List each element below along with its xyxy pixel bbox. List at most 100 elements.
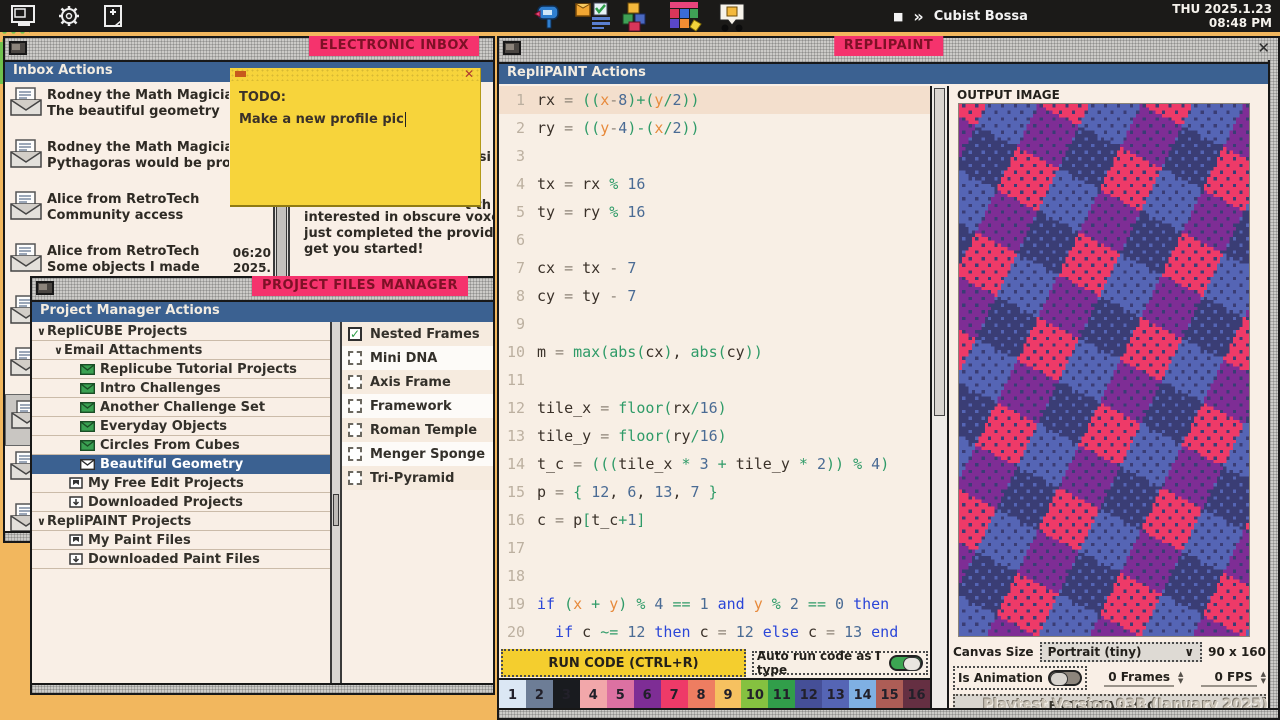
- palette-color-9[interactable]: 9: [715, 680, 742, 710]
- tree-item-everyday-objects[interactable]: Everyday Objects: [32, 417, 330, 436]
- project-manager-actions-header[interactable]: Project Manager Actions: [32, 302, 493, 322]
- palette-color-4[interactable]: 4: [580, 680, 607, 710]
- code-line-10[interactable]: 10m = max(abs(cx), abs(cy)): [499, 338, 930, 366]
- close-icon[interactable]: ✕: [464, 68, 474, 81]
- tree-item-replipaint-projects[interactable]: ∨RepliPAINT Projects: [32, 512, 330, 531]
- sticky-note[interactable]: ✕ TODO: Make a new profile pic: [230, 68, 481, 207]
- code-line-5[interactable]: 5ty = ry % 16: [499, 198, 930, 226]
- autorun-toggle[interactable]: [889, 655, 923, 671]
- tree-item-intro-challenges[interactable]: Intro Challenges: [32, 379, 330, 398]
- tree-item-circles-from-cubes[interactable]: Circles From Cubes: [32, 436, 330, 455]
- tree-item-my-paint-files[interactable]: My Paint Files: [32, 531, 330, 550]
- code-line-15[interactable]: 15p = { 12, 6, 13, 7 }: [499, 478, 930, 506]
- caret-down-icon[interactable]: ∨: [37, 512, 46, 531]
- gear-icon[interactable]: [56, 4, 82, 28]
- code-line-6[interactable]: 6: [499, 226, 930, 254]
- tree-item-replicube-projects[interactable]: ∨RepliCUBE Projects: [32, 322, 330, 341]
- palette-color-14[interactable]: 14: [849, 680, 876, 710]
- code-line-11[interactable]: 11: [499, 366, 930, 394]
- file-item-framework[interactable]: Framework: [342, 394, 493, 418]
- tree-item-downloaded-paint-files[interactable]: Downloaded Paint Files: [32, 550, 330, 569]
- checkbox-unchecked[interactable]: [348, 399, 362, 413]
- file-item-tri-pyramid[interactable]: Tri-Pyramid: [342, 466, 493, 490]
- code-scrollbar-thumb[interactable]: [934, 88, 945, 416]
- checkbox-unchecked[interactable]: [348, 471, 362, 485]
- tree-item-downloaded-projects[interactable]: Downloaded Projects: [32, 493, 330, 512]
- palette-color-11[interactable]: 11: [768, 680, 795, 710]
- caret-down-icon[interactable]: ∨: [54, 341, 63, 360]
- close-icon[interactable]: ✕: [1257, 39, 1270, 57]
- palette-color-2[interactable]: 2: [526, 680, 553, 710]
- palette-color-12[interactable]: 12: [795, 680, 822, 710]
- computer-icon[interactable]: [10, 4, 36, 28]
- stop-icon[interactable]: ■: [893, 10, 903, 23]
- replipaint-actions-header[interactable]: RepliPAINT Actions: [499, 64, 1278, 84]
- minimize-icon[interactable]: [235, 71, 246, 77]
- palette-color-15[interactable]: 15: [876, 680, 903, 710]
- checkbox-checked[interactable]: ✓: [348, 327, 362, 341]
- frames-stepper[interactable]: ▲ ▼: [1178, 671, 1183, 685]
- spinner-down-icon[interactable]: ▼: [1261, 678, 1266, 685]
- code-line-3[interactable]: 3: [499, 142, 930, 170]
- palette-color-8[interactable]: 8: [688, 680, 715, 710]
- voxel-cube-icon[interactable]: [620, 2, 658, 32]
- code-line-19[interactable]: 19if (x + y) % 4 == 1 and y % 2 == 0 the…: [499, 590, 930, 618]
- sticky-note-header[interactable]: ✕: [230, 68, 480, 81]
- code-line-18[interactable]: 18: [499, 562, 930, 590]
- code-scrollbar[interactable]: [930, 86, 947, 710]
- mailbox-icon[interactable]: [534, 2, 564, 30]
- code-editor[interactable]: 1rx = ((x-8)+(y/2))2ry = ((y-4)-(x/2))34…: [499, 86, 930, 648]
- spinner-down-icon[interactable]: ▼: [1178, 678, 1183, 685]
- caret-down-icon[interactable]: ∨: [37, 322, 46, 341]
- code-line-9[interactable]: 9: [499, 310, 930, 338]
- code-line-13[interactable]: 13tile_y = floor(ry/16): [499, 422, 930, 450]
- checkbox-unchecked[interactable]: [348, 375, 362, 389]
- file-item-nested-frames[interactable]: ✓Nested Frames: [342, 322, 493, 346]
- fps-stepper[interactable]: ▲ ▼: [1261, 671, 1266, 685]
- checkbox-unchecked[interactable]: [348, 351, 362, 365]
- code-line-2[interactable]: 2ry = ((y-4)-(x/2)): [499, 114, 930, 142]
- fps-value[interactable]: 0 FPS: [1201, 670, 1257, 687]
- new-file-icon[interactable]: [102, 4, 124, 28]
- code-line-14[interactable]: 14t_c = (((tile_x * 3 + tile_y * 2)) % 4…: [499, 450, 930, 478]
- file-item-axis-frame[interactable]: Axis Frame: [342, 370, 493, 394]
- canvas-size-dropdown[interactable]: Portrait (tiny) ∨: [1040, 642, 1203, 662]
- sticky-note-body[interactable]: TODO: Make a new profile pic: [230, 81, 480, 136]
- color-grid-icon[interactable]: [668, 2, 704, 32]
- chat-cube-icon[interactable]: [712, 2, 752, 32]
- window-menu-button[interactable]: [503, 41, 521, 55]
- replipaint-titlebar[interactable]: REPLIPAINT ✕: [499, 38, 1278, 64]
- palette-color-3[interactable]: 3: [553, 680, 580, 710]
- tree-item-email-attachments[interactable]: ∨Email Attachments: [32, 341, 330, 360]
- palette-color-5[interactable]: 5: [607, 680, 634, 710]
- file-item-menger-sponge[interactable]: Menger Sponge: [342, 442, 493, 466]
- code-line-12[interactable]: 12tile_x = floor(rx/16): [499, 394, 930, 422]
- inbox-titlebar[interactable]: ELECTRONIC INBOX: [5, 38, 493, 62]
- checkbox-unchecked[interactable]: [348, 447, 362, 461]
- code-line-7[interactable]: 7cx = tx - 7: [499, 254, 930, 282]
- code-line-20[interactable]: 20 if c ~= 12 then c = 12 else c = 13 en…: [499, 618, 930, 646]
- window-menu-button[interactable]: [36, 281, 54, 295]
- skip-icon[interactable]: »: [913, 7, 923, 26]
- file-item-roman-temple[interactable]: Roman Temple: [342, 418, 493, 442]
- code-line-16[interactable]: 16c = p[t_c+1]: [499, 506, 930, 534]
- checkbox-unchecked[interactable]: [348, 423, 362, 437]
- code-line-21[interactable]: 21end: [499, 646, 930, 648]
- project-tree-scrollbar[interactable]: [330, 322, 342, 685]
- palette-color-6[interactable]: 6: [634, 680, 661, 710]
- palette-color-7[interactable]: 7: [661, 680, 688, 710]
- frames-value[interactable]: 0 Frames: [1104, 670, 1174, 687]
- run-code-button[interactable]: RUN CODE (CTRL+R): [501, 649, 746, 677]
- window-menu-button[interactable]: [9, 41, 27, 55]
- project-manager-titlebar[interactable]: PROJECT FILES MANAGER: [32, 278, 493, 302]
- project-tree-scrollbar-thumb[interactable]: [333, 494, 339, 526]
- code-line-17[interactable]: 17: [499, 534, 930, 562]
- code-line-4[interactable]: 4tx = rx % 16: [499, 170, 930, 198]
- task-cube-icon[interactable]: [574, 2, 612, 30]
- file-item-mini-dna[interactable]: Mini DNA: [342, 346, 493, 370]
- palette-color-10[interactable]: 10: [741, 680, 768, 710]
- code-line-1[interactable]: 1rx = ((x-8)+(y/2)): [499, 86, 930, 114]
- is-animation-toggle[interactable]: [1048, 670, 1082, 686]
- tree-item-my-free-edit-projects[interactable]: My Free Edit Projects: [32, 474, 330, 493]
- palette-color-16[interactable]: 16: [903, 680, 930, 710]
